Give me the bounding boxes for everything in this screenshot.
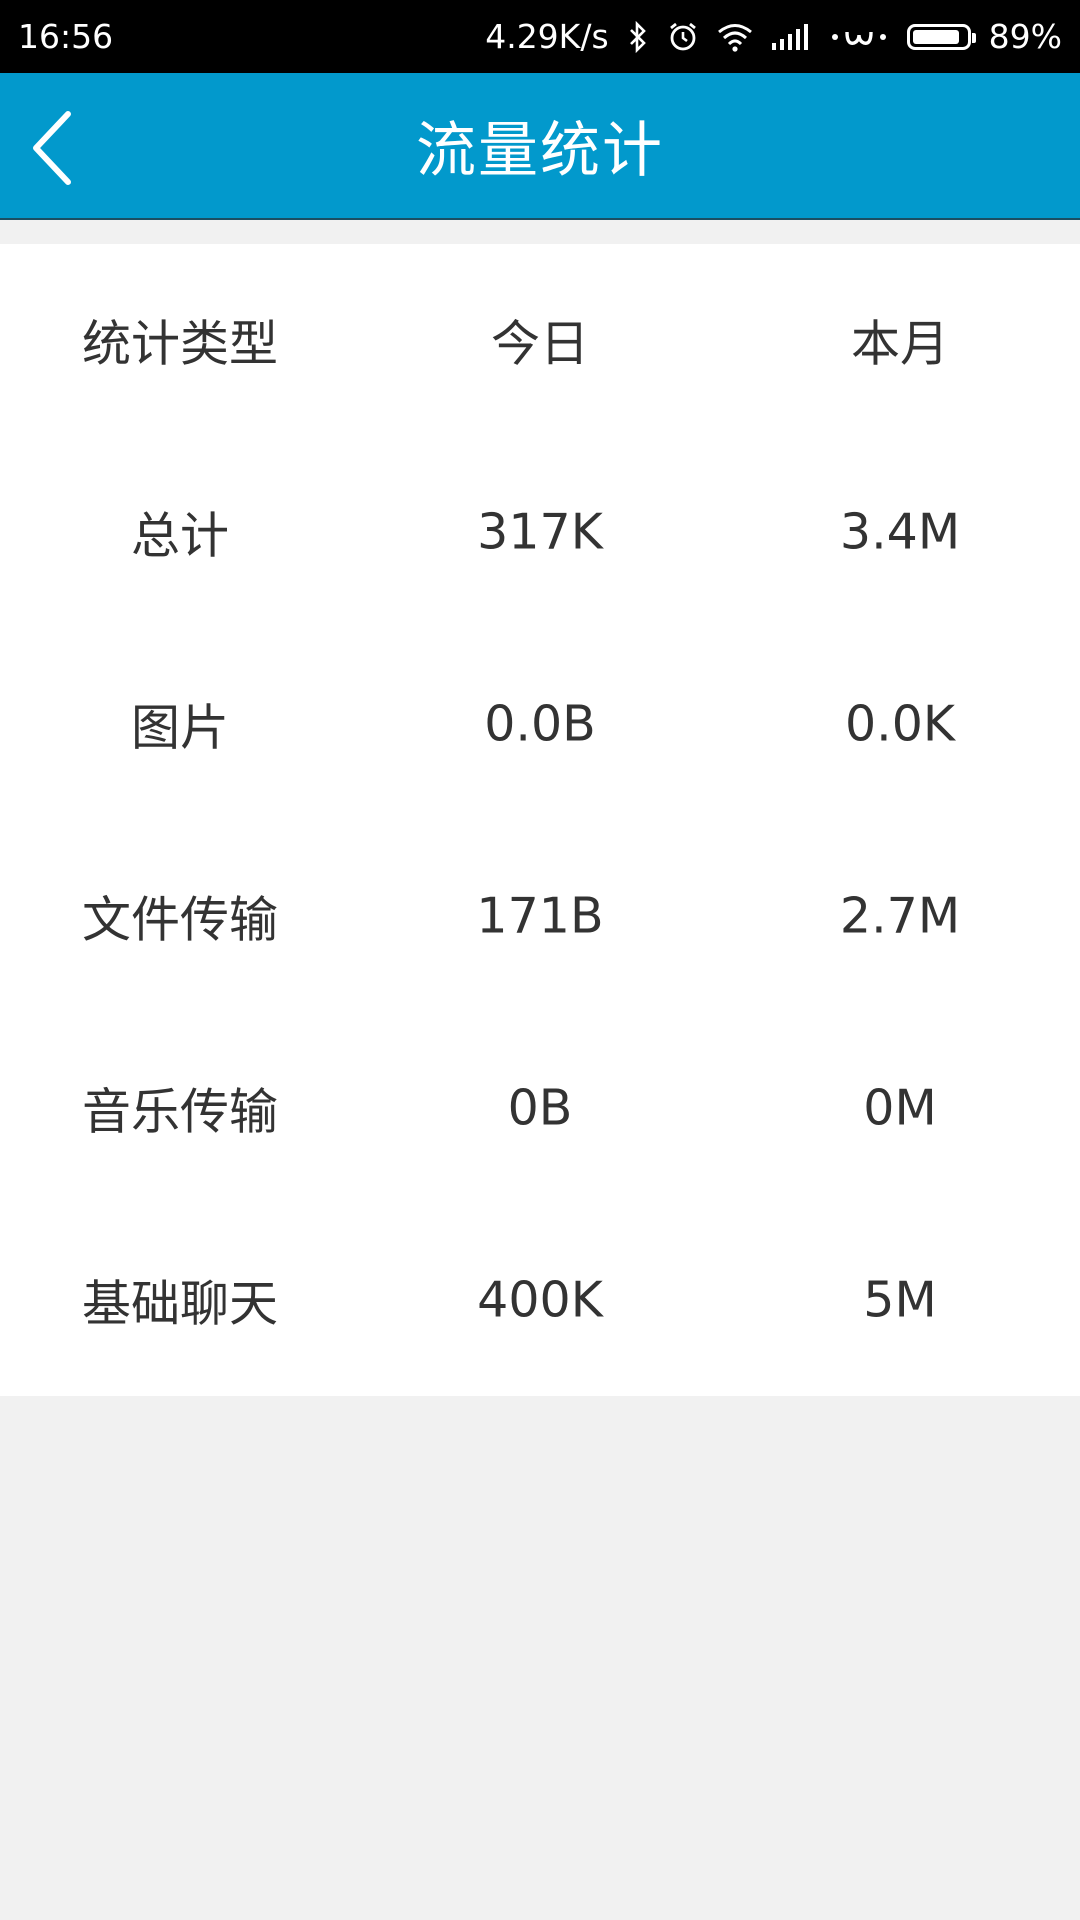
table-header-row: 统计类型 今日 本月	[0, 244, 1080, 436]
column-header-month: 本月	[850, 315, 950, 373]
row-today-value: 171B	[476, 887, 604, 945]
column-header-type: 统计类型	[81, 315, 279, 373]
row-today-value: 0.0B	[484, 695, 596, 753]
status-time: 16:56	[18, 17, 114, 56]
table-row: 总计 317K 3.4M	[0, 436, 1080, 628]
signal-icon	[771, 23, 811, 51]
row-type-label: 基础聊天	[81, 1275, 279, 1333]
battery-level	[912, 29, 959, 44]
row-today-value: 0B	[507, 1079, 573, 1137]
battery-icon	[906, 23, 976, 50]
alarm-icon	[667, 21, 699, 53]
row-today-value: 317K	[477, 503, 603, 561]
row-month-value: 5M	[863, 1271, 937, 1329]
row-type-label: 音乐传输	[81, 1083, 279, 1141]
row-type-label: 文件传输	[81, 891, 279, 949]
table-row: 基础聊天 400K 5M	[0, 1204, 1080, 1396]
table-row: 图片 0.0B 0.0K	[0, 628, 1080, 820]
status-bar: 16:56 4.29K/s 89%	[0, 0, 1080, 73]
bluetooth-icon	[627, 20, 649, 53]
table-row: 音乐传输 0B 0M	[0, 1012, 1080, 1204]
network-speed: 4.29K/s	[485, 17, 609, 56]
app-bar: 流量统计	[0, 73, 1080, 220]
battery-percent: 89%	[988, 17, 1062, 56]
row-type-label: 总计	[130, 507, 230, 565]
page-title: 流量统计	[416, 116, 664, 186]
weibo-icon	[829, 23, 889, 51]
row-type-label: 图片	[130, 699, 230, 757]
status-icons: 4.29K/s 89%	[485, 17, 1062, 56]
chevron-left-icon	[33, 111, 71, 185]
row-month-value: 3.4M	[839, 503, 961, 561]
back-button[interactable]	[22, 108, 82, 188]
column-header-today: 今日	[490, 315, 590, 373]
row-today-value: 400K	[477, 1271, 603, 1329]
table-row: 文件传输 171B 2.7M	[0, 820, 1080, 1012]
row-month-value: 0M	[863, 1079, 937, 1137]
row-month-value: 0.0K	[844, 695, 956, 753]
row-month-value: 2.7M	[839, 887, 961, 945]
wifi-icon	[717, 22, 753, 52]
traffic-stats-table: 统计类型 今日 本月 总计 317K 3.4M 图片 0.0B 0.0K 文件传…	[0, 244, 1080, 1396]
